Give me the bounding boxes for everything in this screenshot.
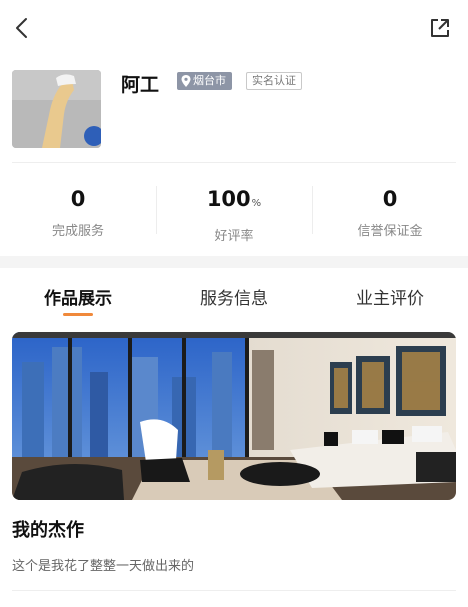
active-tab-indicator [63,313,93,316]
verified-badge: 实名认证 [246,72,302,90]
work-description: 这个是我花了整整一天做出来的 [12,559,195,574]
worker-name: 阿工 [121,74,160,96]
divider [12,590,456,591]
stat-number: 0 [70,187,86,211]
tab-label: 作品展示 [44,289,112,309]
stat-value: 100% [156,186,312,217]
avatar[interactable] [12,70,101,148]
stat-label: 好评率 [214,229,254,244]
stats-row: 0 完成服务 100% 好评率 0 信誉保证金 [0,172,468,250]
tab-works[interactable]: 作品展示 [0,270,156,322]
tab-bar: 作品展示 服务信息 业主评价 [0,270,468,322]
location-pin-icon [181,75,191,87]
stat-label: 信誉保证金 [357,224,423,239]
living-room-photo [12,332,456,500]
stat-label: 完成服务 [51,224,104,239]
location-text: 烟台市 [193,74,226,87]
profile-section: 阿工 烟台市 实名认证 [0,60,468,160]
stat-number: 0 [382,187,398,211]
work-title[interactable]: 我的杰作 [12,516,84,542]
chevron-left-icon [16,18,27,38]
share-button[interactable] [424,12,456,44]
back-button[interactable] [6,12,38,44]
work-image[interactable] [12,332,456,500]
stat-number: 100 [206,187,251,211]
stat-value: 0 [0,186,156,212]
stat-unit: % [251,198,262,209]
stat-positive-rate: 100% 好评率 [156,172,312,250]
top-bar [0,0,468,56]
tab-label: 服务信息 [200,289,268,309]
stat-completed-services: 0 完成服务 [0,172,156,250]
avatar-image [12,70,101,148]
tab-owner-reviews[interactable]: 业主评价 [312,270,468,322]
share-icon [431,19,449,37]
location-badge: 烟台市 [177,72,232,90]
stat-value: 0 [312,186,468,212]
section-separator [0,256,468,268]
stat-deposit: 0 信誉保证金 [312,172,468,250]
worker-profile-page: 阿工 烟台市 实名认证 0 完成服务 100% 好评率 0 信誉保证金 作品展示… [0,0,468,607]
tab-service-info[interactable]: 服务信息 [156,270,312,322]
tab-label: 业主评价 [356,289,424,309]
divider [12,162,456,163]
